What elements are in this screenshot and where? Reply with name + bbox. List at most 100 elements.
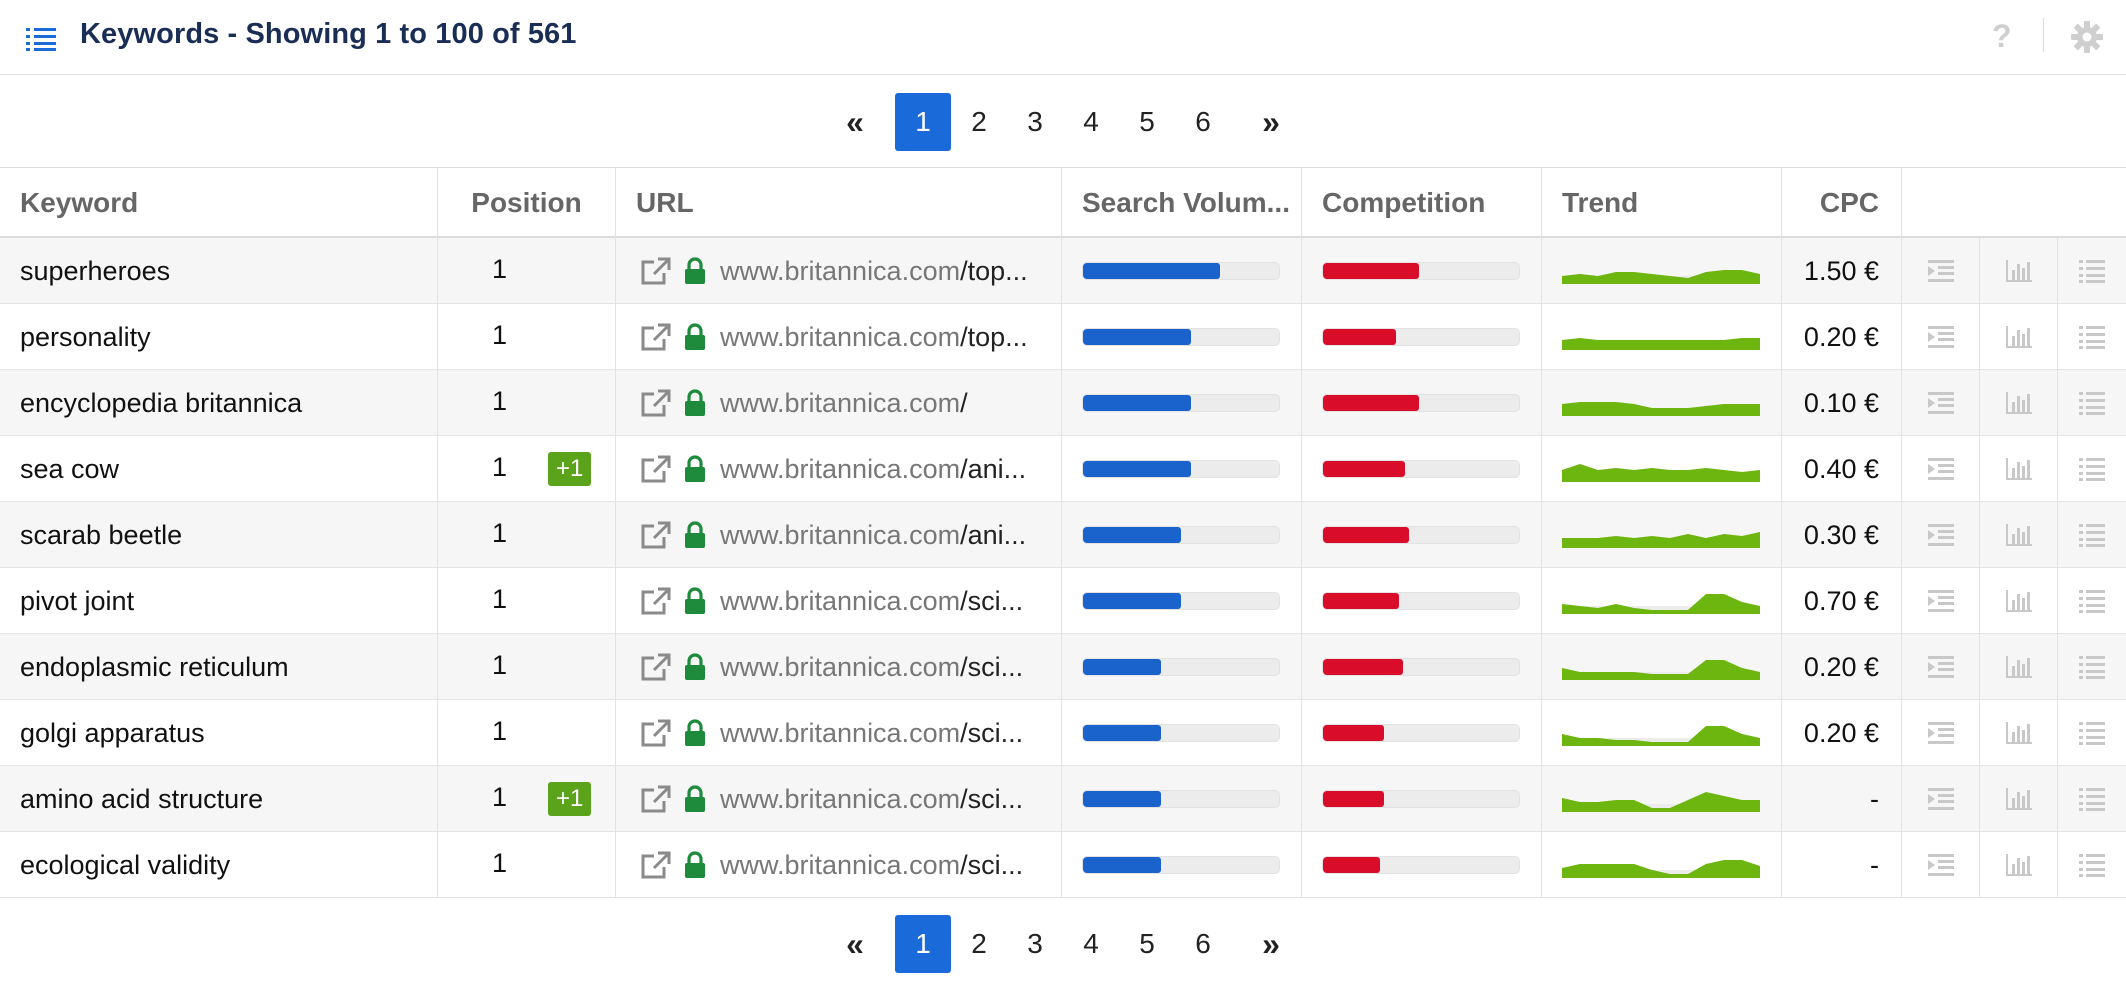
table-row[interactable]: personality 1 www.britannica.com/top... 0.2… [0,304,2126,370]
external-link-icon[interactable] [640,256,672,286]
external-link-icon[interactable] [640,586,672,616]
chart-icon[interactable] [2004,654,2034,680]
serp-snippet-icon[interactable] [1926,390,1956,416]
first-page-button[interactable]: « [815,93,895,151]
external-link-icon[interactable] [640,652,672,682]
competition-fill [1323,329,1396,345]
table-row[interactable]: pivot joint 1 www.britannica.com/sci... 0.7… [0,568,2126,634]
url-link[interactable]: www.britannica.com/sci... [720,784,1023,815]
column-header-keyword[interactable]: Keyword [0,168,438,238]
table-row[interactable]: ecological validity 1 www.britannica.com/s… [0,832,2126,898]
page-button[interactable]: 2 [951,93,1007,151]
list-details-icon[interactable] [2077,852,2107,878]
external-link-icon[interactable] [640,520,672,550]
chart-icon[interactable] [2004,786,2034,812]
keyword-cell[interactable]: golgi apparatus [0,700,438,766]
url-link[interactable]: www.britannica.com/top... [720,256,1028,287]
table-row[interactable]: amino acid structure 1 +1 www.britannica.co… [0,766,2126,832]
keyword-cell[interactable]: pivot joint [0,568,438,634]
table-row[interactable]: sea cow 1 +1 www.britannica.com/ani... 0.40 … [0,436,2126,502]
last-page-button[interactable]: » [1231,93,1311,151]
table-row[interactable]: superheroes 1 www.britannica.com/top... 1.5… [0,238,2126,304]
column-header-search-volume[interactable]: Search Volum... [1062,168,1302,238]
page-button[interactable]: 3 [1007,915,1063,973]
chart-icon[interactable] [2004,588,2034,614]
chart-icon[interactable] [2004,852,2034,878]
keyword-cell[interactable]: sea cow [0,436,438,502]
page-button[interactable]: 5 [1119,915,1175,973]
serp-snippet-icon[interactable] [1926,456,1956,482]
url-link[interactable]: www.britannica.com/sci... [720,586,1023,617]
list-details-icon[interactable] [2077,390,2107,416]
url-link[interactable]: www.britannica.com/sci... [720,652,1023,683]
page-button[interactable]: 3 [1007,93,1063,151]
help-icon[interactable]: ? [1992,18,2012,55]
serp-snippet-icon[interactable] [1926,324,1956,350]
page-button[interactable]: 6 [1175,93,1231,151]
chart-icon[interactable] [2004,324,2034,350]
url-link[interactable]: www.britannica.com/top... [720,322,1028,353]
table-row[interactable]: encyclopedia britannica 1 www.britannica.c… [0,370,2126,436]
page-button[interactable]: 5 [1119,93,1175,151]
chart-icon[interactable] [2004,390,2034,416]
url-link[interactable]: www.britannica.com/sci... [720,718,1023,749]
external-link-icon[interactable] [640,388,672,418]
keyword-cell[interactable]: superheroes [0,238,438,304]
serp-snippet-icon[interactable] [1926,720,1956,746]
list-details-icon[interactable] [2077,258,2107,284]
serp-snippet-icon[interactable] [1926,654,1956,680]
page-button[interactable]: 1 [895,93,951,151]
external-link-icon[interactable] [640,850,672,880]
row-action-cell [2058,700,2126,766]
list-details-icon[interactable] [2077,720,2107,746]
keyword-cell[interactable]: endoplasmic reticulum [0,634,438,700]
external-link-icon[interactable] [640,784,672,814]
list-details-icon[interactable] [2077,654,2107,680]
column-header-cpc[interactable]: CPC [1782,168,1902,238]
keyword-cell[interactable]: ecological validity [0,832,438,898]
column-header-position[interactable]: Position [438,168,616,238]
page-button[interactable]: 4 [1063,93,1119,151]
serp-snippet-icon[interactable] [1926,522,1956,548]
chart-icon[interactable] [2004,456,2034,482]
external-link-icon[interactable] [640,718,672,748]
first-page-button[interactable]: « [815,915,895,973]
column-header-trend[interactable]: Trend [1542,168,1782,238]
keyword-cell[interactable]: amino acid structure [0,766,438,832]
serp-snippet-icon[interactable] [1926,786,1956,812]
keyword-cell[interactable]: scarab beetle [0,502,438,568]
list-details-icon[interactable] [2077,324,2107,350]
column-header-url[interactable]: URL [616,168,1062,238]
page-button[interactable]: 6 [1175,915,1231,973]
keyword-cell[interactable]: personality [0,304,438,370]
serp-snippet-icon[interactable] [1926,588,1956,614]
serp-snippet-icon[interactable] [1926,852,1956,878]
list-icon[interactable] [26,27,56,51]
chart-icon[interactable] [2004,720,2034,746]
page-button[interactable]: 1 [895,915,951,973]
keywords-table: Keyword Position URL Search Volum... Com… [0,167,2126,898]
url-link[interactable]: www.britannica.com/sci... [720,850,1023,881]
table-row[interactable]: golgi apparatus 1 www.britannica.com/sci..… [0,700,2126,766]
external-link-icon[interactable] [640,322,672,352]
external-link-icon[interactable] [640,454,672,484]
url-link[interactable]: www.britannica.com/ani... [720,454,1026,485]
gear-icon[interactable] [2070,20,2104,54]
page-button[interactable]: 2 [951,915,1007,973]
list-details-icon[interactable] [2077,522,2107,548]
list-details-icon[interactable] [2077,456,2107,482]
table-row[interactable]: scarab beetle 1 www.britannica.com/ani... 0… [0,502,2126,568]
page-button[interactable]: 4 [1063,915,1119,973]
competition-cell [1302,370,1542,436]
keyword-cell[interactable]: encyclopedia britannica [0,370,438,436]
column-header-competition[interactable]: Competition [1302,168,1542,238]
list-details-icon[interactable] [2077,588,2107,614]
chart-icon[interactable] [2004,522,2034,548]
url-link[interactable]: www.britannica.com/ [720,388,968,419]
serp-snippet-icon[interactable] [1926,258,1956,284]
url-link[interactable]: www.britannica.com/ani... [720,520,1026,551]
table-row[interactable]: endoplasmic reticulum 1 www.britannica.com… [0,634,2126,700]
last-page-button[interactable]: » [1231,915,1311,973]
chart-icon[interactable] [2004,258,2034,284]
list-details-icon[interactable] [2077,786,2107,812]
